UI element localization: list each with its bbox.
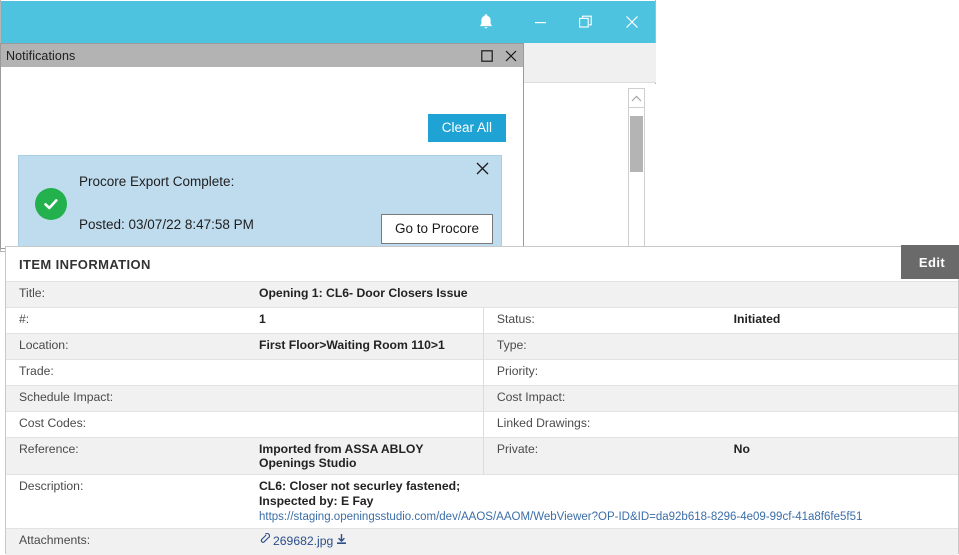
field-value [246,411,484,438]
field-value [720,385,958,412]
screen: Notifications Clear All Procore Export C… [0,0,959,555]
field-label: Location: [6,333,246,360]
field-label: Description: [6,473,246,529]
vertical-scrollbar[interactable] [628,88,645,248]
notifications-body: Clear All Procore Export Complete: Poste… [1,67,523,253]
table-row: Attachments: 269682.jpg [6,528,958,555]
attachments-value: 269682.jpg [246,528,958,555]
notification-card: Procore Export Complete: Posted: 03/07/2… [18,155,502,253]
go-to-procore-button[interactable]: Go to Procore [380,214,493,244]
attachment-file-link[interactable]: 269682.jpg [273,534,333,548]
field-value [246,385,484,412]
table-row: Location: First Floor>Waiting Room 110>1 T… [6,333,958,360]
field-value [720,359,958,386]
scrollbar-thumb[interactable] [630,116,643,172]
table-row: Description: CL6: Closer not securley fas… [6,473,958,529]
field-value [720,333,958,360]
field-value: Opening 1: CL6- Door Closers Issue [246,281,958,308]
table-row: Trade: Priority: [6,359,958,386]
field-label: Schedule Impact: [6,385,246,412]
download-icon[interactable] [336,533,347,548]
field-label: Linked Drawings: [482,411,721,438]
clear-all-button[interactable]: Clear All [427,114,506,142]
field-label: Status: [482,307,721,334]
paperclip-icon [259,533,270,548]
notification-message: Procore Export Complete: [79,174,235,189]
field-value [246,359,484,386]
restore-button[interactable] [563,1,609,43]
field-value [720,411,958,438]
check-circle-icon [35,188,67,220]
edit-button[interactable]: Edit [901,245,959,279]
app-titlebar [1,1,655,43]
item-information-table: Title: Opening 1: CL6- Door Closers Issue… [6,281,958,555]
notification-bell-icon[interactable] [463,1,509,43]
notifications-restore-icon[interactable] [475,44,499,67]
table-row: Reference: Imported from ASSA ABLOY Openi… [6,437,958,475]
description-value: CL6: Closer not securley fastened; Inspec… [246,473,958,529]
table-row: Cost Codes: Linked Drawings: [6,411,958,438]
notifications-dialog: Notifications Clear All Procore Export C… [0,43,524,253]
panel-header: ITEM INFORMATION Edit [6,245,959,281]
field-label: Type: [482,333,721,360]
field-value: Imported from ASSA ABLOY Openings Studio [246,437,484,475]
field-value: Initiated [720,307,958,334]
notifications-title: Notifications [6,48,76,63]
field-label: Priority: [482,359,721,386]
table-row: Schedule Impact: Cost Impact: [6,385,958,412]
field-label: Cost Impact: [482,385,721,412]
notifications-titlebar: Notifications [1,44,523,67]
field-value: First Floor>Waiting Room 110>1 [246,333,484,360]
page-title: ITEM INFORMATION [19,256,151,272]
table-row: Title: Opening 1: CL6- Door Closers Issue [6,281,958,308]
dismiss-notification-icon[interactable] [476,162,489,178]
field-label: Private: [482,437,721,475]
description-line-1: CL6: Closer not securley fastened; [259,479,461,493]
field-label: Trade: [6,359,246,386]
minimize-button[interactable] [517,1,563,43]
table-row: #: 1 Status: Initiated [6,307,958,334]
notification-timestamp: Posted: 03/07/22 8:47:58 PM [79,217,254,232]
field-value: 1 [246,307,484,334]
field-label: Attachments: [6,528,246,555]
description-line-2: Inspected by: E Fay [259,494,374,509]
field-label: Cost Codes: [6,411,246,438]
field-label: #: [6,307,246,334]
scroll-up-arrow-icon[interactable] [629,89,644,108]
item-information-panel: ITEM INFORMATION Edit Title: Opening 1: C… [5,245,959,555]
field-label: Reference: [6,437,246,475]
close-button[interactable] [609,1,655,43]
field-label: Title: [6,281,246,308]
field-value: No [720,437,958,475]
description-link[interactable]: https://staging.openingsstudio.com/dev/A… [259,510,958,525]
notifications-close-icon[interactable] [499,44,523,67]
